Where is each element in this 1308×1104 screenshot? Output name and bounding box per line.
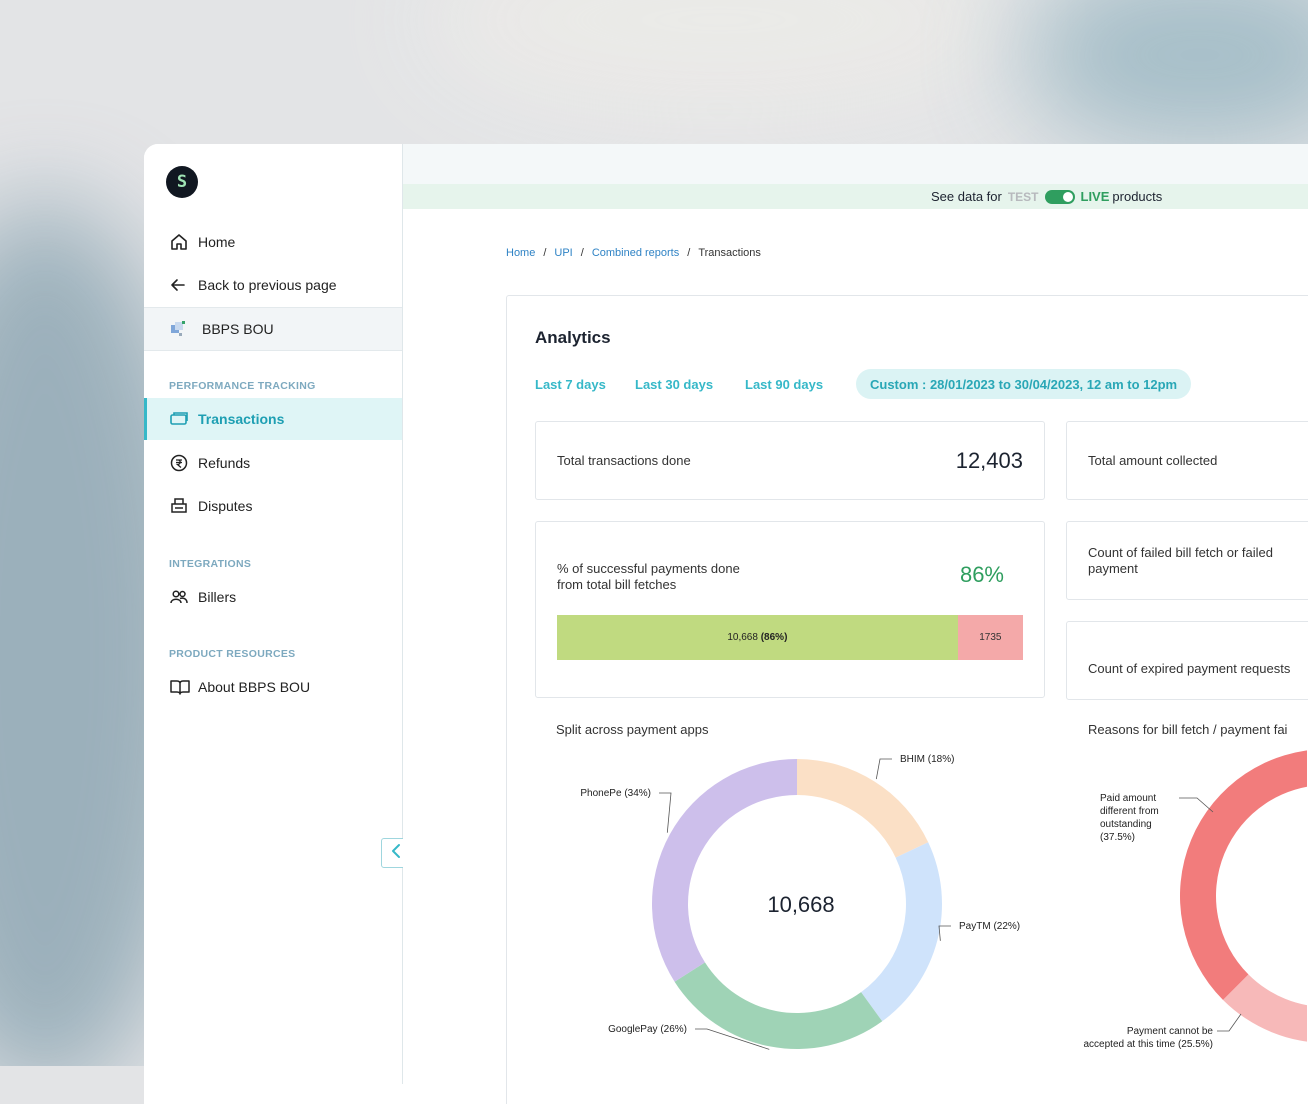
donut-slice (1180, 750, 1307, 1000)
donut-center-value: 10,668 (767, 892, 834, 917)
sidebar-item-disputes[interactable]: Disputes (144, 485, 402, 527)
back-label: Back to previous page (198, 277, 337, 293)
active-indicator (144, 398, 147, 440)
slice-label: accepted at this time (25.5%) (1083, 1039, 1213, 1050)
env-suffix: products (1112, 189, 1163, 204)
cash-icon (169, 409, 195, 429)
back-button[interactable]: Back to previous page (144, 264, 402, 306)
sidebar-item-label: About BBPS BOU (198, 679, 311, 695)
slice-label: PhonePe (34%) (580, 788, 651, 799)
sidebar-item-label: Home (198, 234, 236, 250)
leader-line (659, 792, 672, 833)
sidebar-item-transactions[interactable]: Transactions (144, 398, 402, 440)
environment-bar: See data for TEST LIVE products (403, 184, 1308, 209)
app-window: S Home Back to previous page BBPS BOU PE… (144, 144, 1308, 1104)
slice-label: (37.5%) (1100, 832, 1135, 843)
slice-label: different from (1100, 806, 1159, 817)
sidebar-item-home[interactable]: Home (144, 221, 402, 263)
home-icon (169, 232, 195, 252)
breadcrumb-separator: / (580, 247, 584, 259)
charts-canvas: BHIM (18%) PayTM (22%) GooglePay (26%) Phon… (580, 750, 1307, 1050)
rupee-refresh-icon (169, 453, 195, 473)
slice-label: Paid amount (1100, 793, 1156, 804)
logo[interactable]: S (166, 166, 198, 198)
donut-slice (674, 962, 883, 1049)
analytics-panel: Analytics Last 7 days Last 30 days Last … (506, 295, 1308, 1104)
chevron-left-icon (390, 843, 402, 864)
breadcrumb-separator: / (543, 247, 547, 259)
slice-label: Payment cannot be (1127, 1026, 1214, 1037)
leader-line (875, 758, 892, 780)
slice-label: GooglePay (26%) (608, 1024, 687, 1035)
donut-slice (861, 842, 942, 1022)
donut-slice (652, 759, 797, 982)
slice-label: PayTM (22%) (959, 921, 1020, 932)
users-icon (169, 587, 195, 607)
breadcrumb-separator: / (687, 247, 691, 259)
breadcrumb: Home / UPI / Combined reports / Transact… (506, 247, 761, 259)
slice-label: outstanding (1100, 819, 1152, 830)
env-toggle-switch[interactable] (1044, 189, 1075, 204)
donut-slice (797, 759, 929, 858)
env-live-label[interactable]: LIVE (1081, 189, 1110, 204)
product-name: BBPS BOU (202, 321, 274, 337)
breadcrumb-current: Transactions (698, 247, 761, 259)
book-icon (169, 677, 195, 697)
sidebar-item-label: Refunds (198, 455, 251, 471)
sidebar-item-label: Billers (198, 589, 237, 605)
section-integrations: INTEGRATIONS (169, 558, 252, 570)
breadcrumb-home[interactable]: Home (506, 247, 535, 259)
main-content: See data for TEST LIVE products Home / U… (403, 144, 1308, 1104)
breadcrumb-combined-reports[interactable]: Combined reports (592, 247, 679, 259)
sidebar-item-label: Disputes (198, 498, 253, 514)
printer-icon (169, 496, 195, 516)
sidebar: S Home Back to previous page BBPS BOU PE… (144, 144, 403, 1084)
leader-line (1217, 1013, 1242, 1032)
arrow-left-icon (169, 276, 195, 294)
leader-line (938, 925, 951, 941)
sidebar-item-label: Transactions (198, 411, 285, 427)
section-product-resources: PRODUCT RESOURCES (169, 648, 296, 660)
sidebar-item-about[interactable]: About BBPS BOU (144, 666, 402, 708)
slice-label: BHIM (18%) (900, 754, 954, 765)
breadcrumb-upi[interactable]: UPI (554, 247, 572, 259)
section-performance-tracking: PERFORMANCE TRACKING (169, 380, 316, 392)
sidebar-item-billers[interactable]: Billers (144, 576, 402, 618)
product-selector[interactable]: BBPS BOU (144, 307, 402, 351)
top-bar (403, 144, 1308, 185)
product-icon (169, 319, 195, 339)
sidebar-item-refunds[interactable]: Refunds (144, 442, 402, 484)
env-prefix: See data for (931, 189, 1002, 204)
env-test-label[interactable]: TEST (1008, 190, 1039, 204)
